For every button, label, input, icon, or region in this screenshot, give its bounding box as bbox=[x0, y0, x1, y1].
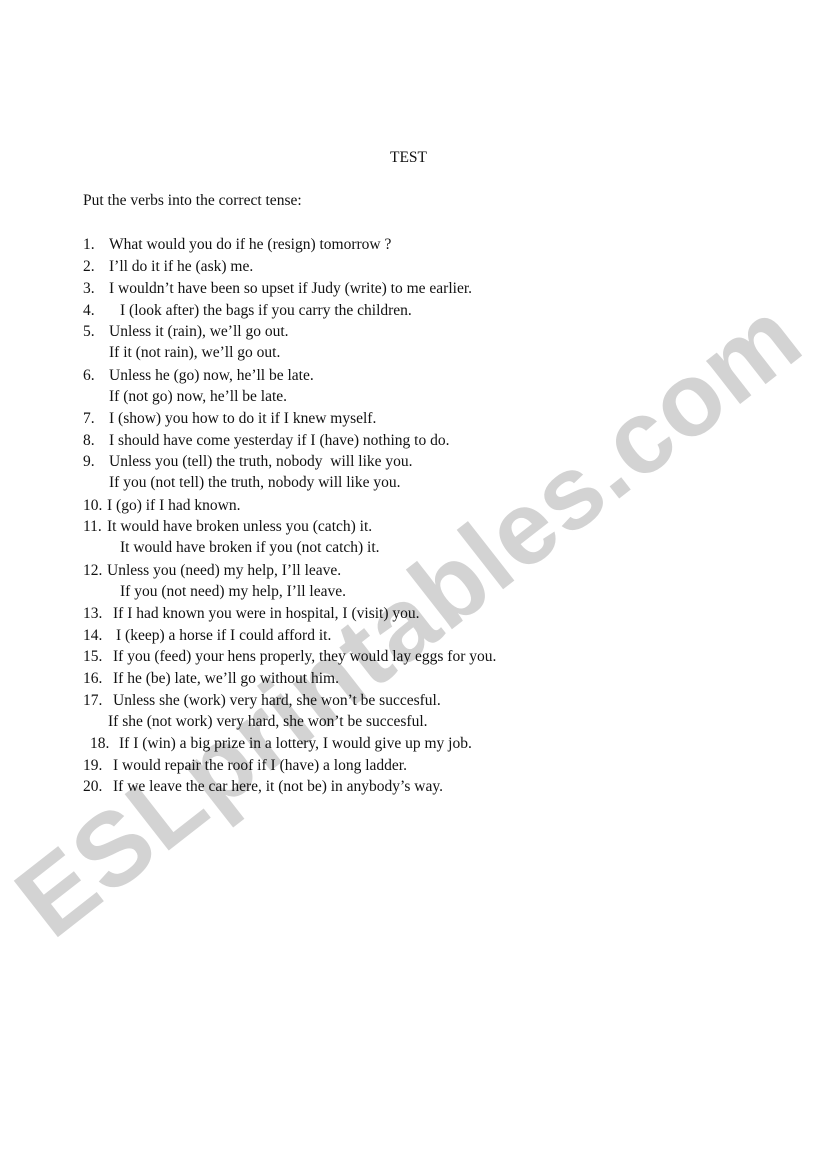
item-text: If I (win) a big prize in a lottery, I w… bbox=[119, 735, 472, 752]
item-text: It would have broken unless you (catch) … bbox=[107, 518, 373, 535]
worksheet-page: ESLprintables.com TEST Put the verbs int… bbox=[0, 0, 821, 1169]
item-text: If (not go) now, he’ll be late. bbox=[109, 388, 288, 405]
item-number: 10. bbox=[83, 497, 103, 514]
item-text: I’ll do it if he (ask) me. bbox=[109, 258, 254, 275]
item-text: Unless you (tell) the truth, nobody will… bbox=[109, 453, 413, 470]
item-text: I (show) you how to do it if I knew myse… bbox=[109, 410, 377, 427]
item-text: Unless you (need) my help, I’ll leave. bbox=[107, 562, 342, 579]
item-number: 8. bbox=[83, 432, 95, 449]
item-number: 2. bbox=[83, 258, 95, 275]
page-title: TEST bbox=[390, 149, 428, 166]
item-text: I (look after) the bags if you carry the… bbox=[120, 302, 412, 319]
item-text: If she (not work) very hard, she won’t b… bbox=[108, 713, 428, 730]
item-number: 16. bbox=[83, 670, 103, 687]
item-text: If you (not need) my help, I’ll leave. bbox=[120, 583, 346, 600]
item-text: Unless it (rain), we’ll go out. bbox=[109, 323, 289, 340]
item-text: I wouldn’t have been so upset if Judy (w… bbox=[109, 280, 473, 297]
item-number: 11. bbox=[83, 518, 102, 535]
item-number: 9. bbox=[83, 453, 95, 470]
item-number: 13. bbox=[83, 605, 103, 622]
item-text: I should have come yesterday if I (have)… bbox=[109, 432, 450, 449]
item-text: If you (not tell) the truth, nobody will… bbox=[109, 474, 401, 491]
item-number: 4. bbox=[83, 302, 95, 319]
item-text: What would you do if he (resign) tomorro… bbox=[109, 236, 392, 253]
item-text: I (keep) a horse if I could afford it. bbox=[116, 627, 332, 644]
item-number: 18. bbox=[90, 735, 110, 752]
item-text: Unless she (work) very hard, she won’t b… bbox=[113, 692, 441, 709]
item-number: 15. bbox=[83, 648, 103, 665]
item-text: I would repair the roof if I (have) a lo… bbox=[113, 757, 407, 774]
item-text: If you (feed) your hens properly, they w… bbox=[113, 648, 497, 665]
item-number: 7. bbox=[83, 410, 95, 427]
instructions: Put the verbs into the correct tense: bbox=[83, 192, 302, 209]
item-number: 17. bbox=[83, 692, 103, 709]
item-number: 5. bbox=[83, 323, 95, 340]
item-number: 19. bbox=[83, 757, 103, 774]
item-text: If he (be) late, we’ll go without him. bbox=[113, 670, 339, 687]
item-text: If it (not rain), we’ll go out. bbox=[109, 344, 281, 361]
item-number: 20. bbox=[83, 778, 103, 795]
item-number: 12. bbox=[83, 562, 103, 579]
item-text: If we leave the car here, it (not be) in… bbox=[113, 778, 443, 795]
item-text: I (go) if I had known. bbox=[107, 497, 241, 514]
item-number: 1. bbox=[83, 236, 95, 253]
item-number: 3. bbox=[83, 280, 95, 297]
item-number: 6. bbox=[83, 367, 95, 384]
item-text: Unless he (go) now, he’ll be late. bbox=[109, 367, 314, 384]
item-text: It would have broken if you (not catch) … bbox=[120, 539, 380, 556]
item-number: 14. bbox=[83, 627, 103, 644]
item-text: If I had known you were in hospital, I (… bbox=[113, 605, 420, 622]
